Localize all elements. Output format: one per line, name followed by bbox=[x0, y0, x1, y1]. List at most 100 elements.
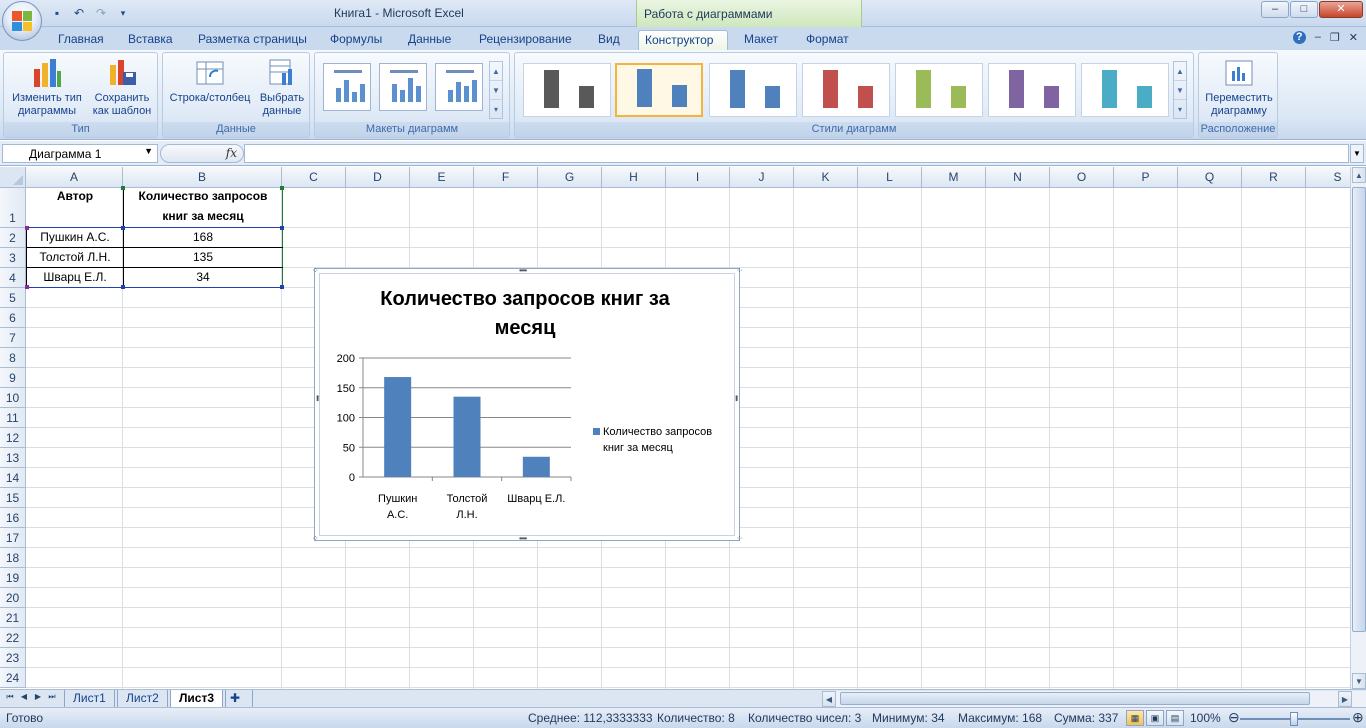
row-header-11[interactable]: 11 bbox=[0, 408, 26, 428]
row-header-6[interactable]: 6 bbox=[0, 308, 26, 328]
floppy-icon[interactable]: ▪ bbox=[48, 4, 66, 22]
resize-handle-corner[interactable]: ⁘ bbox=[312, 534, 319, 543]
range-handle[interactable] bbox=[280, 285, 284, 289]
expand-formula-bar-icon[interactable]: ▼ bbox=[1350, 144, 1364, 163]
column-header-e[interactable]: E bbox=[410, 167, 474, 188]
column-header-h[interactable]: H bbox=[602, 167, 666, 188]
sheet-tab-2[interactable]: Лист2 bbox=[117, 690, 168, 708]
row-header-7[interactable]: 7 bbox=[0, 328, 26, 348]
page-layout-view-icon[interactable]: ▣ bbox=[1146, 710, 1164, 726]
column-header-s[interactable]: S bbox=[1306, 167, 1350, 188]
styles-gallery-scroll[interactable]: ▲ ▼ ▾ bbox=[1173, 61, 1187, 119]
row-header-13[interactable]: 13 bbox=[0, 448, 26, 468]
row-header-20[interactable]: 20 bbox=[0, 588, 26, 608]
resize-handle-right[interactable]: ••• bbox=[732, 395, 741, 400]
row-header-22[interactable]: 22 bbox=[0, 628, 26, 648]
zoom-level[interactable]: 100% bbox=[1190, 711, 1221, 725]
scroll-down-icon[interactable]: ▼ bbox=[1352, 673, 1366, 689]
insert-sheet-icon[interactable]: ✚ bbox=[225, 690, 253, 708]
range-handle[interactable] bbox=[280, 186, 284, 190]
row-header-19[interactable]: 19 bbox=[0, 568, 26, 588]
tab-design[interactable]: Конструктор bbox=[638, 30, 728, 50]
chart-style-1[interactable] bbox=[523, 63, 611, 117]
chart-style-3[interactable] bbox=[709, 63, 797, 117]
prev-sheet-icon[interactable]: ◀ bbox=[18, 692, 30, 701]
row-header-15[interactable]: 15 bbox=[0, 488, 26, 508]
normal-view-icon[interactable]: ▦ bbox=[1126, 710, 1144, 726]
chart-layout-2[interactable] bbox=[379, 63, 427, 111]
row-header-5[interactable]: 5 bbox=[0, 288, 26, 308]
range-handle[interactable] bbox=[25, 226, 29, 230]
chart-layout-1[interactable] bbox=[323, 63, 371, 111]
chevron-down-icon[interactable]: ▼ bbox=[144, 146, 153, 156]
vertical-scrollbar[interactable]: ▲ ▼ bbox=[1350, 167, 1366, 689]
sheet-tab-3[interactable]: Лист3 bbox=[170, 690, 224, 708]
tab-format[interactable]: Формат bbox=[800, 30, 855, 50]
tab-view[interactable]: Вид bbox=[592, 30, 626, 50]
column-header-i[interactable]: I bbox=[666, 167, 730, 188]
cell-b1-line1[interactable]: Количество запросов bbox=[124, 189, 282, 207]
range-handle[interactable] bbox=[121, 226, 125, 230]
last-sheet-icon[interactable]: ⏭ bbox=[46, 692, 58, 702]
row-header-10[interactable]: 10 bbox=[0, 388, 26, 408]
row-header-8[interactable]: 8 bbox=[0, 348, 26, 368]
column-header-g[interactable]: G bbox=[538, 167, 602, 188]
range-handle[interactable] bbox=[121, 285, 125, 289]
horizontal-scroll-thumb[interactable] bbox=[840, 692, 1310, 705]
close-button[interactable]: ✕ bbox=[1319, 1, 1363, 18]
scroll-right-icon[interactable]: ▶ bbox=[1338, 691, 1352, 707]
switch-row-column-button[interactable]: Строка/столбец bbox=[165, 57, 255, 105]
column-header-p[interactable]: P bbox=[1114, 167, 1178, 188]
doc-minimize-icon[interactable]: – bbox=[1315, 31, 1321, 44]
doc-close-icon[interactable]: ✕ bbox=[1349, 31, 1358, 44]
zoom-out-icon[interactable]: ⊖ bbox=[1228, 709, 1240, 726]
chart-layout-3[interactable] bbox=[435, 63, 483, 111]
column-header-b[interactable]: B bbox=[123, 167, 282, 188]
row-header-16[interactable]: 16 bbox=[0, 508, 26, 528]
tab-formulas[interactable]: Формулы bbox=[324, 30, 388, 50]
row-header-23[interactable]: 23 bbox=[0, 648, 26, 668]
doc-restore-icon[interactable]: ❐ bbox=[1330, 31, 1340, 44]
row-header-9[interactable]: 9 bbox=[0, 368, 26, 388]
move-chart-button[interactable]: Переместить диаграмму bbox=[1201, 57, 1277, 118]
change-chart-type-button[interactable]: Изменить тип диаграммы bbox=[8, 57, 86, 118]
row-header-3[interactable]: 3 bbox=[0, 248, 26, 268]
row-header-12[interactable]: 12 bbox=[0, 428, 26, 448]
select-all-corner[interactable] bbox=[0, 167, 26, 188]
chart-style-4[interactable] bbox=[802, 63, 890, 117]
column-header-c[interactable]: C bbox=[282, 167, 346, 188]
chart-object[interactable]: Количество запросов книг за месяц 0 50 100… bbox=[312, 266, 743, 543]
tab-review[interactable]: Рецензирование bbox=[473, 30, 578, 50]
tab-data[interactable]: Данные bbox=[402, 30, 457, 50]
column-header-f[interactable]: F bbox=[474, 167, 538, 188]
cell-a4[interactable]: Шварц Е.Л. bbox=[27, 270, 123, 288]
row-header-24[interactable]: 24 bbox=[0, 668, 26, 688]
resize-handle-corner[interactable]: ⁘ bbox=[736, 266, 743, 275]
minimize-button[interactable]: – bbox=[1261, 1, 1289, 18]
scroll-up-icon[interactable]: ▲ bbox=[1352, 167, 1366, 183]
resize-handle-corner[interactable]: ⁘ bbox=[736, 534, 743, 543]
save-as-template-button[interactable]: Сохранить как шаблон bbox=[86, 57, 158, 118]
row-header-14[interactable]: 14 bbox=[0, 468, 26, 488]
cell-b2[interactable]: 168 bbox=[124, 230, 282, 248]
horizontal-scrollbar[interactable]: ◀ ▶ bbox=[822, 691, 1366, 707]
office-button[interactable] bbox=[2, 1, 42, 41]
maximize-button[interactable]: □ bbox=[1290, 1, 1318, 18]
row-header-1[interactable]: 1 bbox=[0, 188, 26, 228]
tab-insert[interactable]: Вставка bbox=[122, 30, 179, 50]
cell-a1[interactable]: Автор bbox=[27, 189, 123, 207]
row-header-18[interactable]: 18 bbox=[0, 548, 26, 568]
insert-function-icon[interactable]: fx bbox=[226, 146, 237, 160]
cell-b4[interactable]: 34 bbox=[124, 270, 282, 288]
column-header-q[interactable]: Q bbox=[1178, 167, 1242, 188]
row-header-17[interactable]: 17 bbox=[0, 528, 26, 548]
resize-handle-top[interactable]: •••• bbox=[519, 266, 527, 275]
undo-icon[interactable]: ↶ bbox=[70, 4, 88, 22]
tab-layout[interactable]: Макет bbox=[738, 30, 784, 50]
column-header-l[interactable]: L bbox=[858, 167, 922, 188]
first-sheet-icon[interactable]: ⏮ bbox=[4, 692, 16, 702]
column-header-d[interactable]: D bbox=[346, 167, 410, 188]
sheet-tab-1[interactable]: Лист1 bbox=[64, 690, 115, 708]
row-header-21[interactable]: 21 bbox=[0, 608, 26, 628]
column-header-k[interactable]: K bbox=[794, 167, 858, 188]
